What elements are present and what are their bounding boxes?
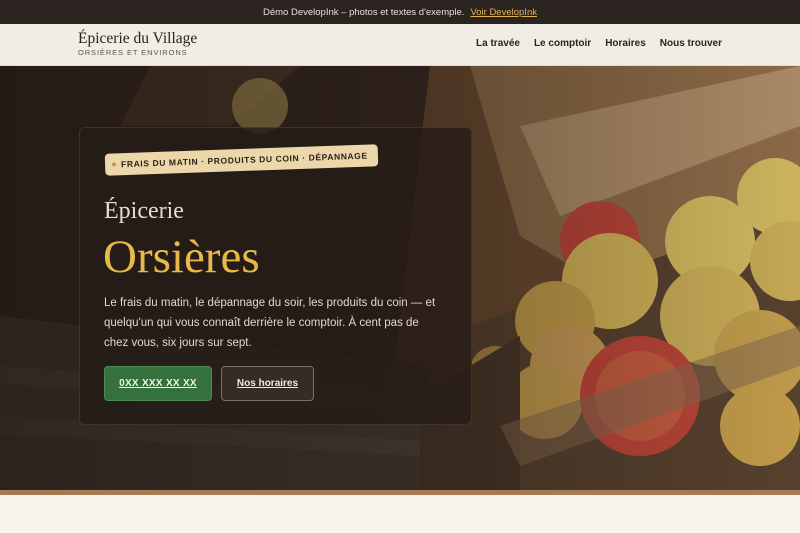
nav-item-comptoir[interactable]: Le comptoir xyxy=(534,38,591,49)
demo-banner-text: Démo DevelopInk – photos et textes d'exe… xyxy=(263,6,465,18)
site-header: Épicerie du Village ORSIÈRES ET ENVIRONS… xyxy=(0,24,800,66)
tagline-badge: FRAIS DU MATIN · PRODUITS DU COIN · DÉPA… xyxy=(104,144,379,176)
hero-card: FRAIS DU MATIN · PRODUITS DU COIN · DÉPA… xyxy=(79,127,472,425)
tagline-text: FRAIS DU MATIN · PRODUITS DU COIN · DÉPA… xyxy=(120,150,368,170)
tag-dot-icon xyxy=(112,162,117,167)
phone-button[interactable]: 0XX XXX XX XX xyxy=(104,366,212,401)
hero-section: FRAIS DU MATIN · PRODUITS DU COIN · DÉPA… xyxy=(0,66,800,490)
hero-title: Orsières xyxy=(103,231,260,283)
hours-button[interactable]: Nos horaires xyxy=(221,366,314,401)
brand-name: Épicerie du Village xyxy=(78,30,198,47)
nav-item-nous-trouver[interactable]: Nous trouver xyxy=(660,38,722,49)
nav-item-horaires[interactable]: Horaires xyxy=(605,38,646,49)
demo-banner-link[interactable]: Voir DevelopInk xyxy=(470,7,537,18)
hero-kicker: Épicerie xyxy=(104,198,184,224)
next-section xyxy=(0,495,800,533)
nav-item-travee[interactable]: La travée xyxy=(476,38,520,49)
main-nav: La travée Le comptoir Horaires Nous trou… xyxy=(476,38,722,49)
brand-logo[interactable]: Épicerie du Village ORSIÈRES ET ENVIRONS xyxy=(78,30,198,58)
demo-banner: Démo DevelopInk – photos et textes d'exe… xyxy=(0,0,800,24)
brand-subtitle: ORSIÈRES ET ENVIRONS xyxy=(78,48,188,57)
hero-description: Le frais du matin, le dépannage du soir,… xyxy=(104,297,436,349)
